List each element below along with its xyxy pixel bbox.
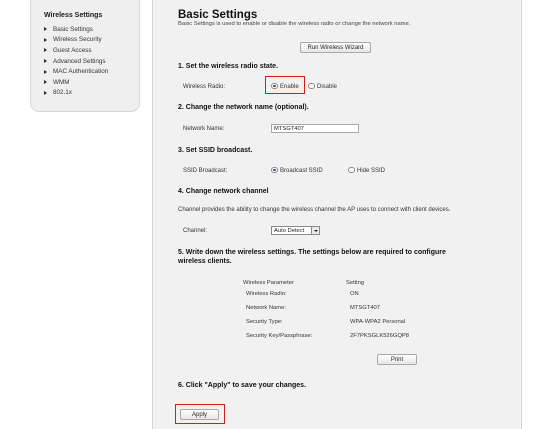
broadcast-ssid-radio[interactable] bbox=[271, 166, 278, 173]
sidebar-item-label: MAC Authentication bbox=[53, 68, 109, 76]
table-row-setting: 2F7PKSGLK526GQP8 bbox=[350, 333, 409, 339]
section-write-down-title-line1: 5. Write down the wireless settings. The… bbox=[178, 249, 446, 256]
sidebar-item-8021x[interactable]: 802.1x bbox=[44, 88, 108, 99]
table-row-setting: MTSGT407 bbox=[350, 305, 380, 311]
triangle-right-icon bbox=[44, 80, 47, 85]
sidebar-item-label: Basic Settings bbox=[53, 25, 93, 33]
channel-select[interactable]: Auto Detect bbox=[271, 226, 320, 235]
triangle-right-icon bbox=[44, 48, 47, 53]
triangle-right-icon bbox=[44, 37, 47, 42]
hide-ssid-radio[interactable] bbox=[348, 166, 355, 173]
col-header-setting: Setting bbox=[346, 280, 365, 286]
table-row-setting: ON bbox=[350, 291, 359, 297]
section-network-name-title: 2. Change the network name (optional). bbox=[178, 104, 309, 111]
apply-button[interactable]: Apply bbox=[180, 409, 219, 420]
sidebar-item-label: Guest Access bbox=[53, 46, 92, 54]
col-header-parameter: Wireless Parameter bbox=[243, 280, 294, 286]
section-network-channel-title: 4. Change network channel bbox=[178, 188, 269, 195]
disable-radio-label: Disable bbox=[317, 84, 338, 90]
page-description: Basic Settings is used to enable or disa… bbox=[178, 21, 411, 27]
triangle-right-icon bbox=[44, 59, 47, 64]
triangle-right-icon bbox=[44, 27, 47, 32]
sidebar-item-mac-authentication[interactable]: MAC Authentication bbox=[44, 66, 108, 77]
table-row-param: Wireless Radio: bbox=[246, 291, 287, 297]
enable-radio-label: Enable bbox=[280, 84, 299, 90]
table-row-param: Security Type: bbox=[246, 319, 283, 325]
sidebar-item-label: 802.1x bbox=[53, 89, 72, 97]
broadcast-ssid-label: Broadcast SSID bbox=[280, 168, 323, 174]
section-ssid-broadcast-title: 3. Set SSID broadcast. bbox=[178, 147, 253, 154]
page-title: Basic Settings bbox=[178, 9, 258, 21]
sidebar-item-wmm[interactable]: WMM bbox=[44, 77, 108, 88]
channel-select-value: Auto Detect bbox=[274, 227, 305, 234]
hide-ssid-label: Hide SSID bbox=[357, 168, 386, 174]
channel-description: Channel provides the ability to change t… bbox=[178, 207, 451, 213]
triangle-right-icon bbox=[44, 69, 47, 74]
sidebar-title: Wireless Settings bbox=[44, 12, 103, 19]
ssid-broadcast-label: SSID Broadcast: bbox=[183, 168, 228, 174]
channel-label: Channel: bbox=[183, 228, 208, 234]
main-panel: Basic Settings Basic Settings is used to… bbox=[152, 0, 522, 429]
network-name-input[interactable]: MTSGT407 bbox=[271, 124, 359, 133]
chevron-down-icon bbox=[311, 227, 319, 234]
enable-radio[interactable] bbox=[271, 82, 278, 89]
table-row-param: Network Name: bbox=[246, 305, 286, 311]
section-apply-title: 6. Click "Apply" to save your changes. bbox=[178, 382, 307, 389]
table-row-setting: WPA-WPA2 Personal bbox=[350, 319, 406, 325]
wireless-radio-label: Wireless Radio: bbox=[183, 84, 226, 90]
print-button[interactable]: Print bbox=[377, 354, 417, 365]
sidebar-item-label: Wireless Security bbox=[53, 36, 102, 44]
disable-radio[interactable] bbox=[308, 82, 315, 89]
section-radio-state-title: 1. Set the wireless radio state. bbox=[178, 63, 278, 70]
network-name-label: Network Name: bbox=[183, 126, 225, 132]
section-write-down-title-line2: wireless clients. bbox=[178, 258, 232, 265]
sidebar-item-label: Advanced Settings bbox=[53, 57, 106, 65]
sidebar-menu: Basic Settings Wireless Security Guest A… bbox=[44, 24, 108, 98]
sidebar-item-advanced-settings[interactable]: Advanced Settings bbox=[44, 56, 108, 67]
sidebar-item-wireless-security[interactable]: Wireless Security bbox=[44, 35, 108, 46]
triangle-right-icon bbox=[44, 90, 47, 95]
run-wireless-wizard-button[interactable]: Run Wireless Wizard bbox=[300, 42, 371, 53]
table-row-param: Security Key/Passphrase: bbox=[246, 333, 313, 339]
sidebar-item-basic-settings[interactable]: Basic Settings bbox=[44, 24, 108, 35]
sidebar-item-label: WMM bbox=[53, 78, 70, 86]
sidebar-item-guest-access[interactable]: Guest Access bbox=[44, 45, 108, 56]
sidebar: Wireless Settings Basic Settings Wireles… bbox=[30, 0, 140, 112]
